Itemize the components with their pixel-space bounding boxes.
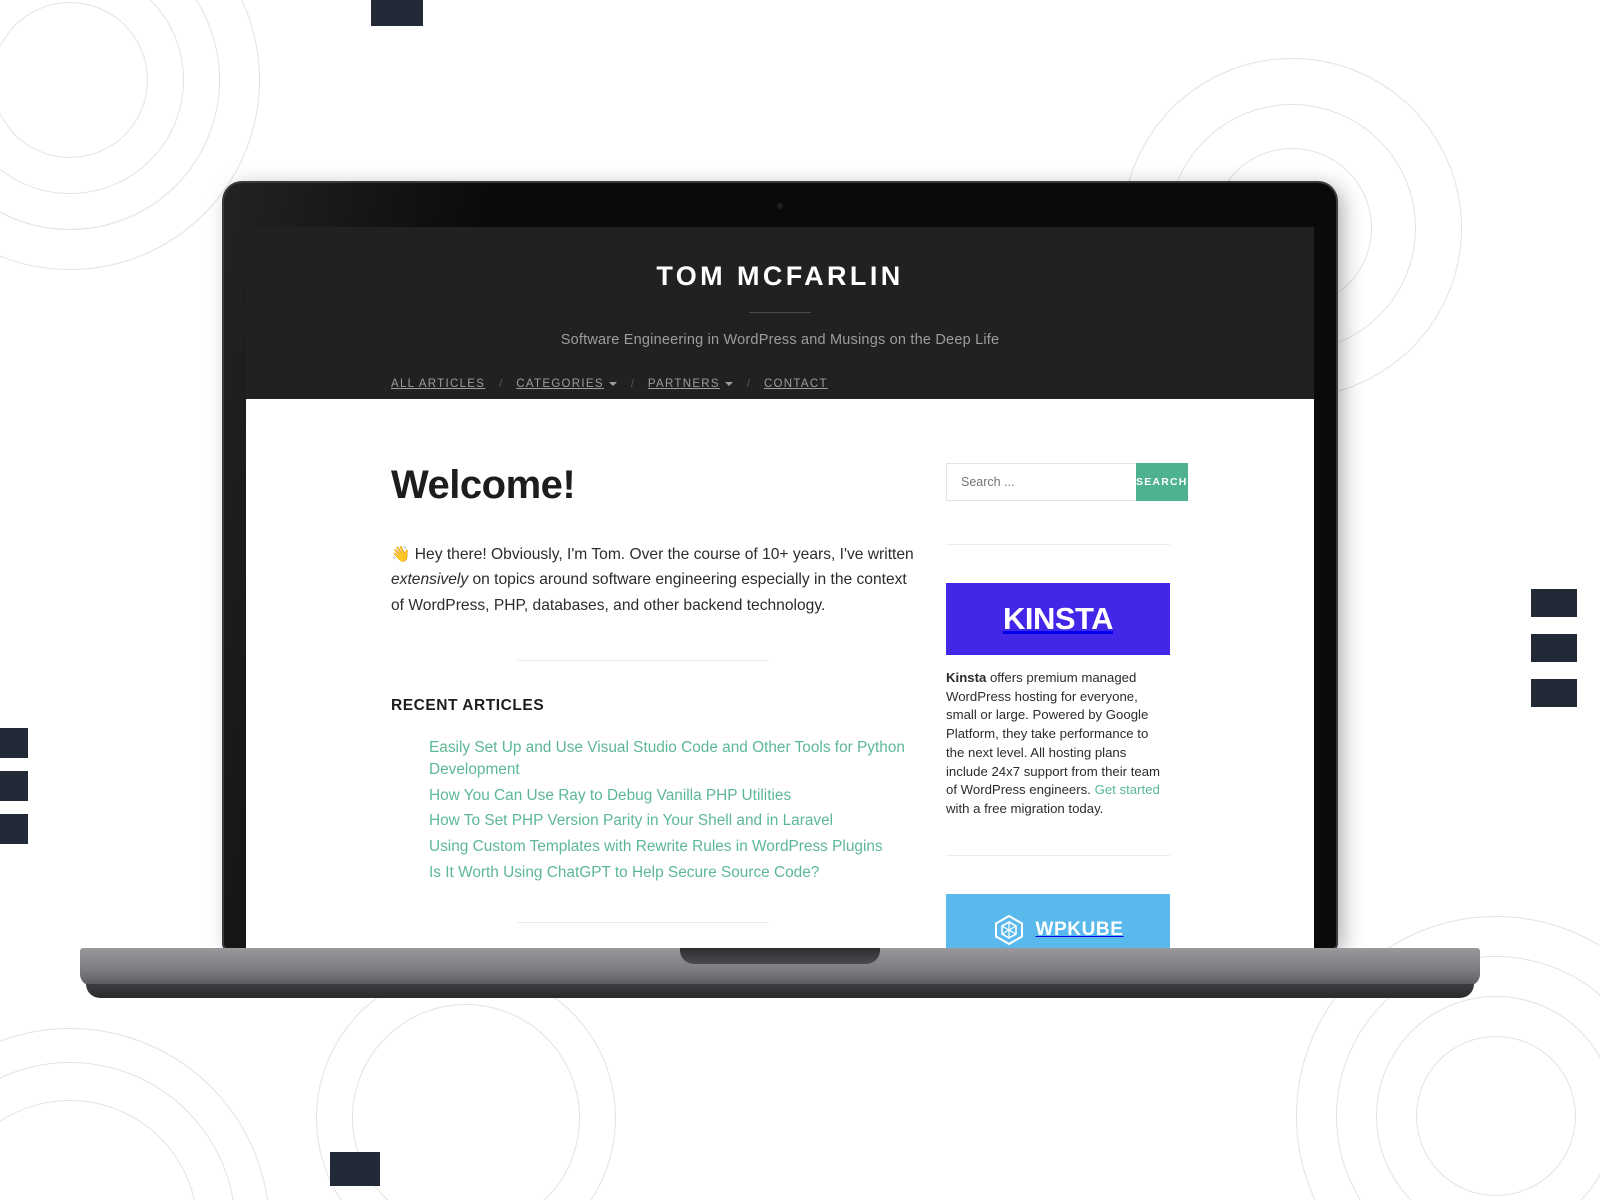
wpkube-logo-text: WPKUBE: [1035, 918, 1124, 940]
kinsta-logo: KINSTA: [1002, 601, 1114, 636]
list-item: Easily Set Up and Use Visual Studio Code…: [429, 737, 916, 781]
decorative-ring: [1416, 1036, 1576, 1196]
browser-screen: TOM MCFARLIN Software Engineering in Wor…: [246, 227, 1314, 948]
article-link[interactable]: How You Can Use Ray to Debug Vanilla PHP…: [429, 785, 791, 807]
intro-text-part2: on topics around software engineering es…: [391, 571, 907, 614]
intro-emphasis: extensively: [391, 571, 469, 589]
page-title: Welcome!: [391, 463, 576, 507]
laptop-base: [80, 948, 1480, 998]
nav-label: ALL ARTICLES: [391, 378, 486, 390]
list-item: How To Set PHP Version Parity in Your Sh…: [429, 810, 916, 832]
intro-paragraph: 👋 Hey there! Obviously, I'm Tom. Over th…: [391, 542, 916, 618]
kinsta-ad-body-after: with a free migration today.: [946, 801, 1104, 817]
chevron-down-icon: [608, 382, 617, 386]
title-divider: [749, 312, 811, 313]
search-input[interactable]: [946, 463, 1136, 501]
decorative-square: [0, 728, 28, 758]
kinsta-ad-banner[interactable]: KINSTA: [946, 583, 1170, 655]
decorative-square: [1531, 589, 1577, 617]
list-item: Using Custom Templates with Rewrite Rule…: [429, 836, 916, 858]
decorative-square: [330, 1152, 380, 1186]
nav-item-categories[interactable]: CATEGORIES: [516, 378, 617, 390]
wpkube-ad-banner[interactable]: WPKUBE: [946, 893, 1170, 948]
nav-item-contact[interactable]: CONTACT: [764, 378, 828, 390]
decorative-square: [0, 814, 28, 844]
intro-text-part1: Hey there! Obviously, I'm Tom. Over the …: [410, 546, 914, 563]
nav-label: CONTACT: [763, 378, 828, 390]
nav-separator: /: [746, 378, 750, 390]
sidebar-divider: [946, 854, 1170, 856]
decorative-square: [1531, 679, 1577, 707]
sidebar: SEARCH KINSTA Kinsta offers premium mana…: [946, 463, 1266, 948]
search-form: SEARCH: [946, 463, 1188, 501]
article-link[interactable]: Is It Worth Using ChatGPT to Help Secure…: [429, 862, 819, 884]
kinsta-brand-name: Kinsta: [946, 670, 987, 685]
nav-item-partners[interactable]: PARTNERS: [648, 378, 733, 390]
search-button[interactable]: SEARCH: [1136, 463, 1188, 501]
webcam-icon: [777, 203, 783, 209]
kinsta-get-started-link[interactable]: Get started: [1095, 782, 1160, 797]
chevron-down-icon: [724, 382, 733, 386]
content-divider: [517, 659, 769, 661]
recent-articles-list: Easily Set Up and Use Visual Studio Code…: [391, 737, 916, 884]
list-item: Is It Worth Using ChatGPT to Help Secure…: [429, 862, 916, 884]
decorative-square: [371, 0, 423, 26]
nav-item-all-articles[interactable]: ALL ARTICLES: [391, 378, 485, 390]
main-navigation: ALL ARTICLES / CATEGORIES / PARTNERS / C…: [246, 378, 1314, 390]
wpkube-cube-icon: [995, 914, 1024, 946]
nav-label: CATEGORIES: [516, 378, 604, 390]
laptop-base-foot: [86, 984, 1474, 998]
site-title: TOM MCFARLIN: [656, 261, 904, 291]
article-link[interactable]: Using Custom Templates with Rewrite Rule…: [429, 836, 883, 858]
site-header: TOM MCFARLIN Software Engineering in Wor…: [246, 227, 1314, 399]
laptop-lid: TOM MCFARLIN Software Engineering in Wor…: [224, 183, 1336, 948]
decorative-square: [0, 771, 28, 801]
list-item: How You Can Use Ray to Debug Vanilla PHP…: [429, 785, 916, 807]
site-tagline: Software Engineering in WordPress and Mu…: [560, 332, 1000, 348]
kinsta-ad-description: Kinsta offers premium managed WordPress …: [946, 669, 1170, 819]
article-link[interactable]: Easily Set Up and Use Visual Studio Code…: [429, 737, 916, 781]
nav-separator: /: [630, 378, 634, 390]
main-content: Welcome! 👋 Hey there! Obviously, I'm Tom…: [246, 463, 946, 948]
recent-articles-heading: RECENT ARTICLES: [391, 696, 545, 714]
sidebar-divider: [946, 544, 1170, 545]
site-body: Welcome! 👋 Hey there! Obviously, I'm Tom…: [246, 399, 1314, 948]
decorative-square: [1531, 634, 1577, 662]
nav-separator: /: [499, 378, 503, 390]
kinsta-ad-body: offers premium managed WordPress hosting…: [946, 670, 1161, 798]
article-link[interactable]: How To Set PHP Version Parity in Your Sh…: [429, 810, 833, 832]
laptop-mockup: TOM MCFARLIN Software Engineering in Wor…: [80, 183, 1480, 998]
wave-emoji-icon: 👋: [391, 546, 411, 563]
nav-label: PARTNERS: [647, 378, 720, 390]
content-divider: [517, 922, 769, 923]
